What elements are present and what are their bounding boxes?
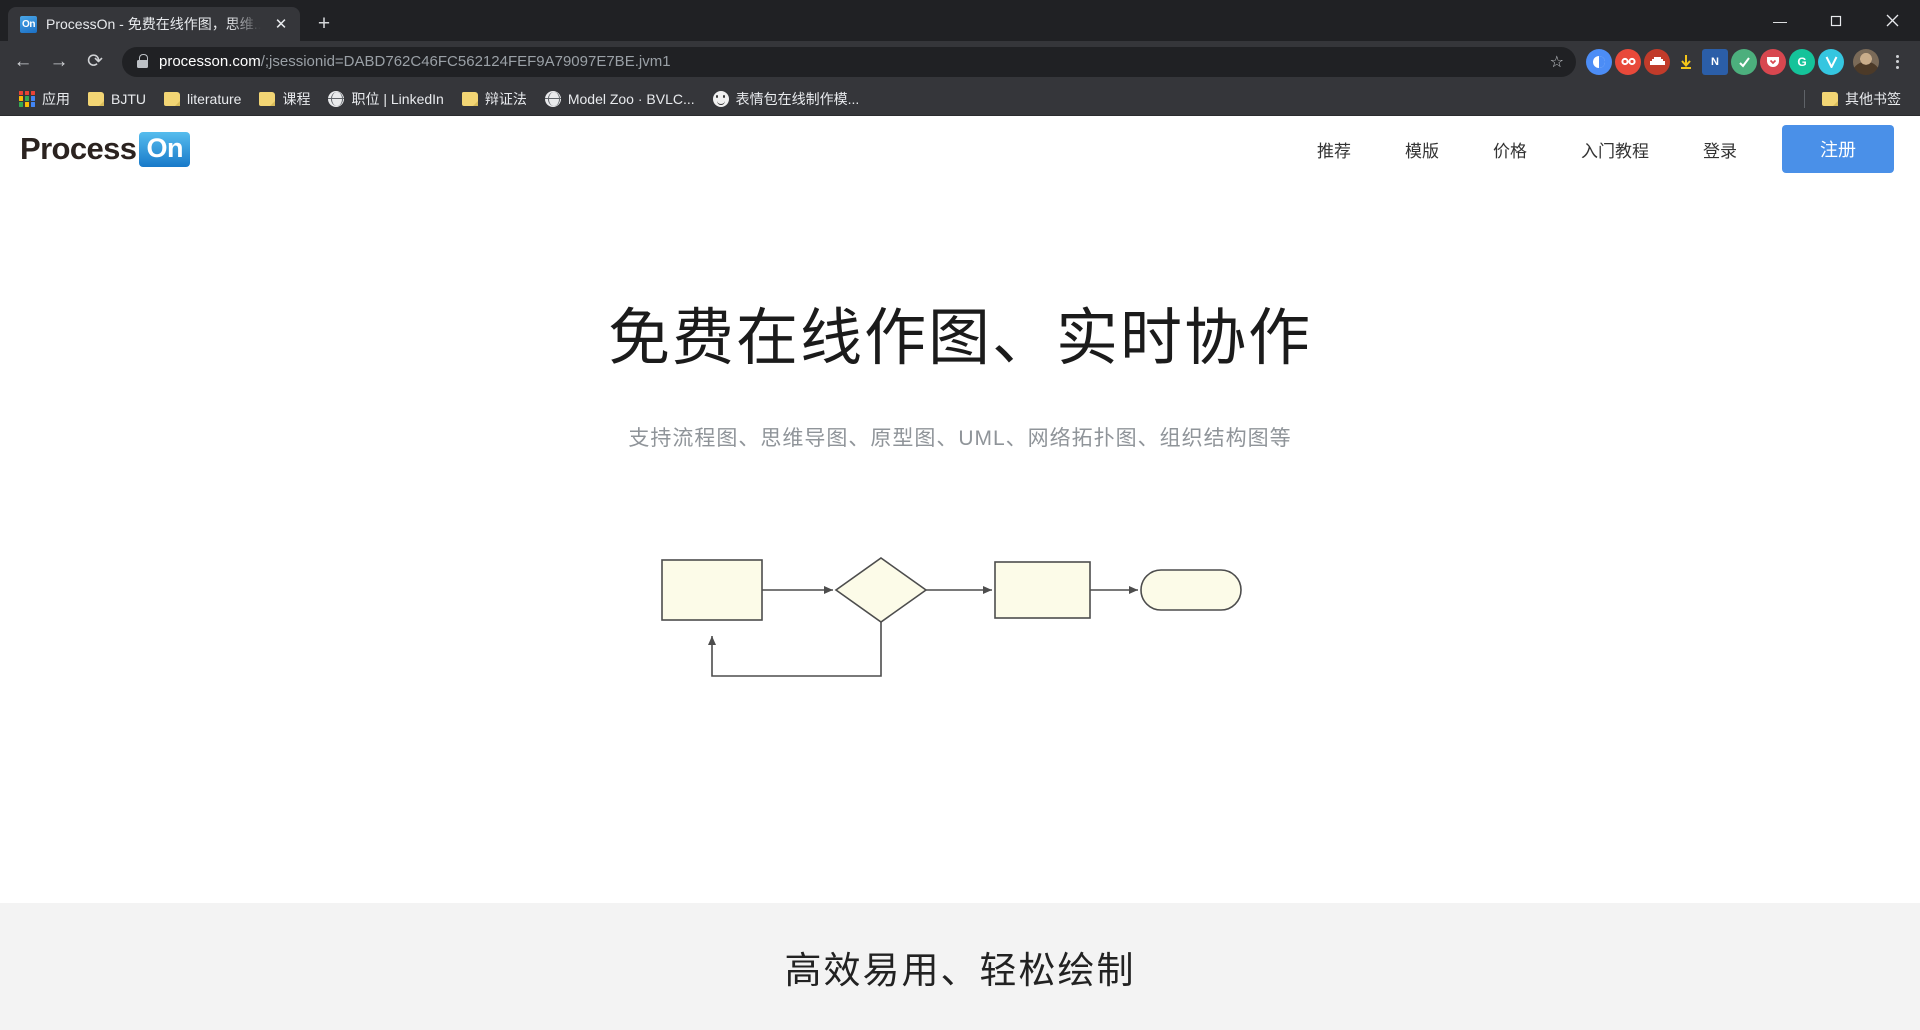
flow-node-rectangle-1: [662, 560, 762, 620]
divider: [1804, 90, 1805, 108]
close-window-icon[interactable]: [1864, 0, 1920, 41]
nav-item-pricing[interactable]: 价格: [1466, 137, 1554, 162]
bookmark-bianzhengfa[interactable]: 辩证法: [453, 86, 536, 112]
site-header: Process On 推荐 模版 价格 入门教程 登录 注册: [0, 116, 1920, 182]
other-bookmarks-button[interactable]: 其他书签: [1813, 86, 1910, 112]
register-button[interactable]: 注册: [1782, 125, 1894, 173]
globe-icon: [545, 91, 561, 107]
other-bookmarks-area: 其他书签: [1804, 82, 1910, 116]
other-bookmarks-label: 其他书签: [1845, 89, 1901, 109]
bookmarks-bar: 应用 BJTU literature 课程 职位 | LinkedIn 辩证法 …: [0, 82, 1920, 116]
extension-icon-2[interactable]: [1615, 49, 1641, 75]
bookmark-kecheng[interactable]: 课程: [250, 86, 319, 112]
globe-icon: [328, 91, 344, 107]
feature-section: 高效易用、轻松绘制: [0, 903, 1920, 1030]
page-viewport: Process On 推荐 模版 价格 入门教程 登录 注册 免费在线作图、实时…: [0, 116, 1920, 1030]
emoji-icon: [713, 91, 729, 107]
folder-icon: [1822, 92, 1838, 106]
bookmark-model-zoo[interactable]: Model Zoo · BVLC...: [536, 88, 704, 110]
bookmark-apps[interactable]: 应用: [10, 86, 79, 112]
site-nav: 推荐 模版 价格 入门教程 登录 注册: [1290, 125, 1894, 173]
folder-icon: [462, 92, 478, 106]
nav-item-templates[interactable]: 模版: [1378, 137, 1466, 162]
folder-icon: [259, 92, 275, 106]
grammarly-icon[interactable]: G: [1789, 49, 1815, 75]
url-host: processon.com: [159, 53, 261, 70]
flow-arrow-feedback: [708, 622, 881, 676]
logo-text: Process: [20, 131, 136, 167]
processon-favicon: On: [20, 16, 37, 33]
back-arrow-icon[interactable]: ←: [6, 45, 40, 79]
new-tab-button[interactable]: +: [308, 8, 340, 40]
nav-item-login[interactable]: 登录: [1676, 137, 1764, 162]
bookmark-label: Model Zoo · BVLC...: [568, 91, 695, 107]
reload-icon[interactable]: ⟳: [78, 45, 112, 79]
flow-node-rounded: [1141, 570, 1241, 610]
bookmark-label: 辩证法: [485, 89, 527, 109]
flowchart-svg: [650, 548, 1270, 698]
tab-strip: On ProcessOn - 免费在线作图，思维... ✕ + —: [0, 0, 1920, 41]
window-controls: —: [1752, 0, 1920, 41]
hero-subtitle: 支持流程图、思维导图、原型图、UML、网络拓扑图、组织结构图等: [0, 422, 1920, 452]
download-icon[interactable]: [1673, 49, 1699, 75]
apps-grid-icon: [19, 91, 35, 107]
maximize-icon[interactable]: [1808, 0, 1864, 41]
folder-icon: [164, 92, 180, 106]
flow-node-diamond: [836, 558, 926, 622]
bookmark-bjtu[interactable]: BJTU: [79, 88, 155, 110]
browser-tab[interactable]: On ProcessOn - 免费在线作图，思维... ✕: [8, 7, 300, 41]
flow-node-rectangle-2: [995, 562, 1090, 618]
flow-arrow-2: [926, 586, 992, 594]
extension-icon-6[interactable]: [1731, 49, 1757, 75]
forward-arrow-icon[interactable]: →: [42, 45, 76, 79]
bookmark-label: 应用: [42, 89, 70, 109]
bookmark-label: 表情包在线制作模...: [736, 89, 860, 109]
feature-section-title: 高效易用、轻松绘制: [785, 940, 1136, 994]
hero-section: 免费在线作图、实时协作 支持流程图、思维导图、原型图、UML、网络拓扑图、组织结…: [0, 182, 1920, 452]
minimize-icon[interactable]: —: [1752, 0, 1808, 41]
url-text: processon.com/;jsessionid=DABD762C46FC56…: [159, 53, 1540, 70]
bookmark-label: 课程: [282, 89, 310, 109]
extension-icon-9[interactable]: [1818, 49, 1844, 75]
flow-arrow-1: [762, 586, 833, 594]
lock-icon: [136, 54, 149, 69]
bookmark-emoji-maker[interactable]: 表情包在线制作模...: [704, 86, 869, 112]
kebab-menu-icon[interactable]: [1884, 49, 1910, 75]
browser-window: On ProcessOn - 免费在线作图，思维... ✕ + — ← → ⟳ …: [0, 0, 1920, 1030]
bookmark-label: literature: [187, 91, 241, 107]
close-icon[interactable]: ✕: [270, 13, 292, 35]
extension-icon-5[interactable]: N: [1702, 49, 1728, 75]
extension-icon-3[interactable]: [1644, 49, 1670, 75]
profile-avatar[interactable]: [1853, 49, 1879, 75]
bookmark-linkedin[interactable]: 职位 | LinkedIn: [319, 86, 452, 112]
folder-icon: [88, 92, 104, 106]
url-path: /;jsessionid=DABD762C46FC562124FEF9A7909…: [261, 53, 671, 70]
logo-badge: On: [139, 132, 190, 167]
nav-item-tutorial[interactable]: 入门教程: [1554, 137, 1676, 162]
processon-logo[interactable]: Process On: [20, 131, 190, 167]
extension-icons: N G: [1586, 49, 1910, 75]
flow-arrow-3: [1090, 586, 1138, 594]
extension-icon-1[interactable]: [1586, 49, 1612, 75]
browser-toolbar: ← → ⟳ processon.com/;jsessionid=DABD762C…: [0, 41, 1920, 82]
flowchart-illustration: [0, 548, 1920, 698]
bookmark-label: 职位 | LinkedIn: [351, 89, 443, 109]
nav-item-recommend[interactable]: 推荐: [1290, 137, 1378, 162]
bookmark-label: BJTU: [111, 91, 146, 107]
tab-title: ProcessOn - 免费在线作图，思维...: [46, 14, 261, 34]
pocket-icon[interactable]: [1760, 49, 1786, 75]
page-title: 免费在线作图、实时协作: [0, 302, 1920, 376]
address-bar[interactable]: processon.com/;jsessionid=DABD762C46FC56…: [122, 47, 1576, 77]
star-icon[interactable]: ☆: [1550, 52, 1564, 72]
bookmark-literature[interactable]: literature: [155, 88, 250, 110]
